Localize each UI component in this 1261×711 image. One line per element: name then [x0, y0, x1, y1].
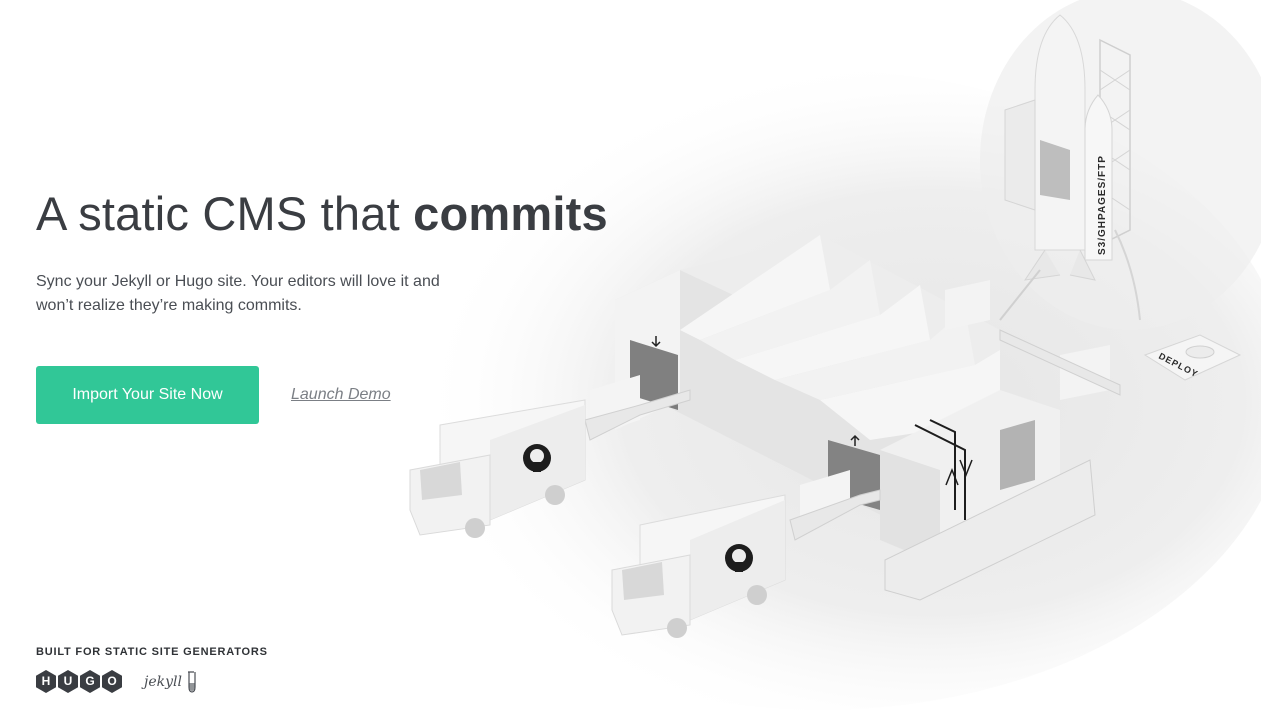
hugo-letter: G [85, 674, 95, 688]
headline-bold: commits [413, 187, 608, 240]
generator-logos: H U G O jekyll [36, 670, 268, 693]
generators-footer: BUILT FOR STATIC SITE GENERATORS H U G O… [36, 646, 268, 693]
jekyll-logo[interactable]: jekyll [144, 670, 196, 693]
page-title: A static CMS that commits [36, 186, 676, 242]
hugo-hex: H [36, 670, 56, 693]
hugo-hex: U [58, 670, 78, 693]
hero-subtitle: Sync your Jekyll or Hugo site. Your edit… [36, 273, 440, 314]
test-tube-icon [187, 670, 196, 693]
hugo-hex: O [102, 670, 122, 693]
factory-illustration: S3/GHPAGES/FTP DEPLOY [350, 0, 1261, 710]
hero-section: A static CMS that commits Sync your Jeky… [36, 186, 676, 318]
github-octocat-icon [523, 444, 551, 472]
hugo-letter: H [41, 674, 51, 688]
rocket-label: S3/GHPAGES/FTP [1097, 155, 1108, 255]
hugo-letter: U [63, 674, 73, 688]
generators-title: BUILT FOR STATIC SITE GENERATORS [36, 646, 268, 658]
hugo-letter: O [107, 674, 117, 688]
jekyll-text: jekyll [144, 673, 182, 690]
headline-light: A static CMS that [36, 187, 414, 240]
hero-actions: Import Your Site Now Launch Demo [36, 366, 391, 424]
launch-demo-link[interactable]: Launch Demo [291, 386, 391, 404]
import-site-button[interactable]: Import Your Site Now [36, 366, 259, 424]
hugo-hex: G [80, 670, 100, 693]
hugo-logo[interactable]: H U G O [36, 670, 124, 693]
github-octocat-icon [725, 544, 753, 572]
